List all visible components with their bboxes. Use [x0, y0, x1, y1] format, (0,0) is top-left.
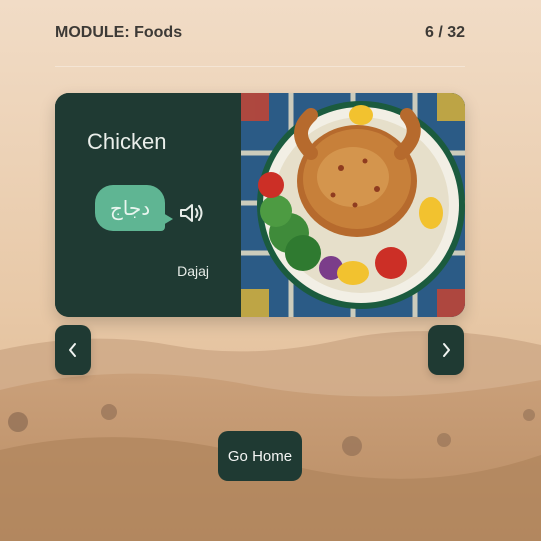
flashcard-text-panel: Chicken دجاج Dajaj	[55, 93, 241, 317]
flashcard: Chicken دجاج Dajaj	[55, 93, 465, 317]
arabic-word-bubble: دجاج	[95, 185, 173, 231]
module-label: MODULE: Foods	[55, 24, 183, 41]
go-home-label: Go Home	[227, 447, 293, 465]
progress-counter: 6 / 32	[424, 24, 465, 41]
speaker-icon[interactable]	[178, 201, 206, 225]
next-card-button[interactable]	[428, 325, 464, 375]
chevron-right-icon	[443, 343, 450, 357]
previous-card-button[interactable]	[55, 325, 91, 375]
arabic-word: دجاج	[109, 197, 151, 220]
chevron-left-icon	[69, 343, 76, 357]
transliteration: Dajaj	[177, 263, 209, 279]
header-divider	[55, 66, 465, 67]
header: MODULE: Foods 6 / 32	[55, 18, 465, 48]
roast-chicken-plate-icon	[241, 93, 465, 317]
go-home-button[interactable]: Go Home	[218, 431, 302, 481]
food-image	[241, 93, 465, 317]
english-word: Chicken	[87, 129, 167, 154]
